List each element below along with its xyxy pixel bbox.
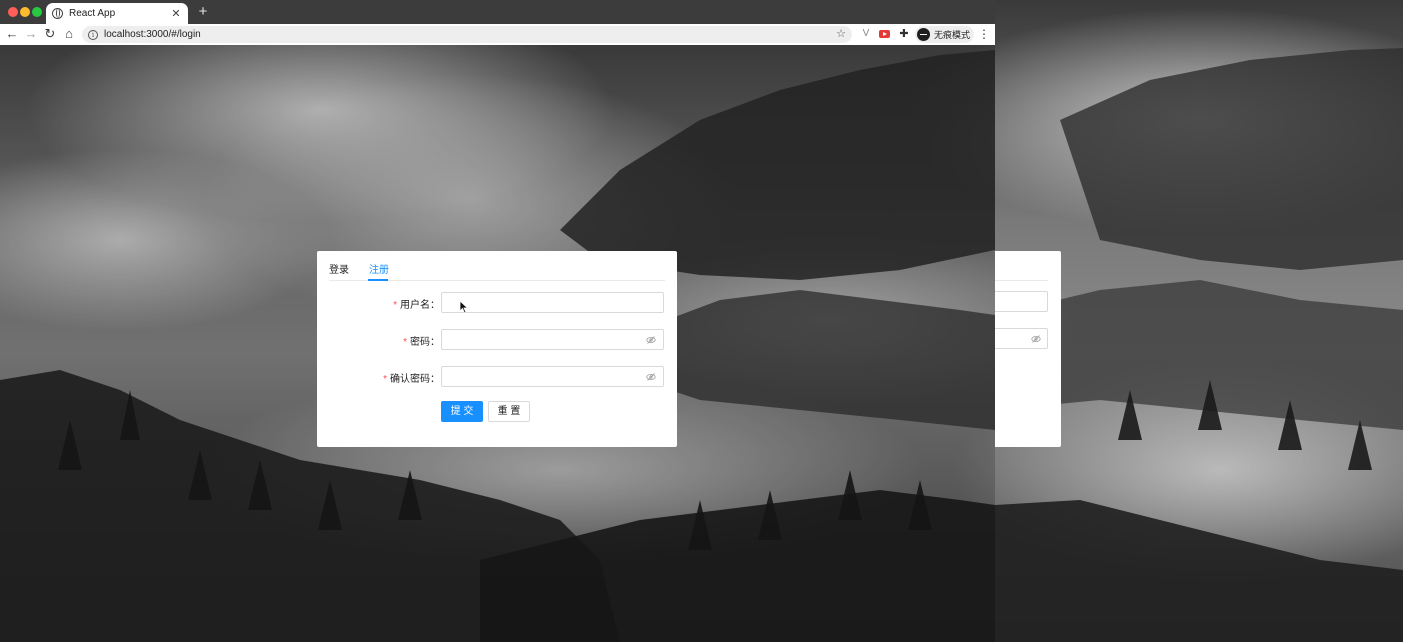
username-field[interactable] [441, 292, 664, 313]
background-username-field [995, 291, 1048, 312]
globe-icon [52, 8, 63, 19]
incognito-label: 无痕模式 [934, 30, 971, 40]
active-tab-indicator [368, 279, 388, 281]
address-bar[interactable]: i localhost:3000/#/login ☆ [82, 26, 852, 43]
home-button[interactable]: ⌂ [61, 26, 77, 42]
tab-register[interactable]: 注册 [369, 261, 389, 276]
username-label: * 用户名： [393, 300, 440, 311]
confirm-password-row: * 确认密码： [317, 366, 677, 387]
auth-card: 登录 注册 * 用户名： * 密码： * 确认密码： 提 交 重 置 [317, 251, 677, 447]
site-info-icon[interactable]: i [88, 29, 98, 40]
reload-button[interactable]: ↻ [42, 26, 58, 42]
password-row: * 密码： [317, 329, 677, 350]
required-mark: * [393, 300, 397, 311]
video-extension-icon[interactable] [879, 30, 890, 38]
mouse-pointer-icon [459, 300, 469, 314]
password-field[interactable] [441, 329, 664, 350]
reset-button[interactable]: 重 置 [488, 401, 530, 422]
required-mark: * [403, 337, 407, 348]
vue-devtools-extension-icon[interactable]: V [860, 28, 872, 40]
auth-tabs: 登录 注册 [329, 251, 665, 281]
close-window-button[interactable] [8, 7, 18, 17]
extensions-puzzle-icon[interactable]: ✚ [898, 28, 910, 40]
password-label: * 密码： [403, 337, 440, 348]
browser-tab[interactable]: React App ✕ [46, 3, 188, 24]
minimize-window-button[interactable] [20, 7, 30, 17]
required-mark: * [383, 374, 387, 385]
tab-strip: React App ✕ + [0, 0, 995, 24]
username-input[interactable] [442, 293, 663, 312]
incognito-indicator[interactable]: 无痕模式 [915, 26, 975, 43]
confirm-password-field[interactable] [441, 366, 664, 387]
eye-invisible-icon[interactable] [646, 335, 656, 345]
back-button[interactable]: ← [4, 26, 20, 42]
confirm-password-input[interactable] [442, 367, 663, 386]
background-window-card [995, 251, 1061, 447]
confirm-password-label: * 确认密码： [383, 374, 440, 385]
browser-toolbar: ← → ↻ ⌂ i localhost:3000/#/login ☆ V ✚ 无… [0, 24, 995, 45]
username-row: * 用户名： [317, 292, 677, 313]
browser-chrome: React App ✕ + ← → ↻ ⌂ i localhost:3000/#… [0, 0, 995, 45]
tab-close-icon[interactable]: ✕ [170, 7, 182, 20]
tab-divider [995, 280, 1048, 281]
tab-title: React App [69, 8, 116, 19]
tab-login[interactable]: 登录 [329, 261, 349, 276]
forward-button[interactable]: → [23, 26, 39, 42]
new-tab-button[interactable]: + [196, 4, 210, 20]
bookmark-star-icon[interactable]: ☆ [836, 27, 846, 40]
incognito-icon [917, 28, 930, 41]
zoom-window-button[interactable] [32, 7, 42, 17]
eye-invisible-icon [1031, 335, 1041, 343]
background-password-field [995, 328, 1048, 349]
url-text[interactable]: localhost:3000/#/login [104, 29, 201, 40]
submit-button[interactable]: 提 交 [441, 401, 483, 422]
password-input[interactable] [442, 330, 663, 349]
eye-invisible-icon[interactable] [646, 372, 656, 382]
browser-menu-icon[interactable]: ⋮ [978, 26, 990, 42]
